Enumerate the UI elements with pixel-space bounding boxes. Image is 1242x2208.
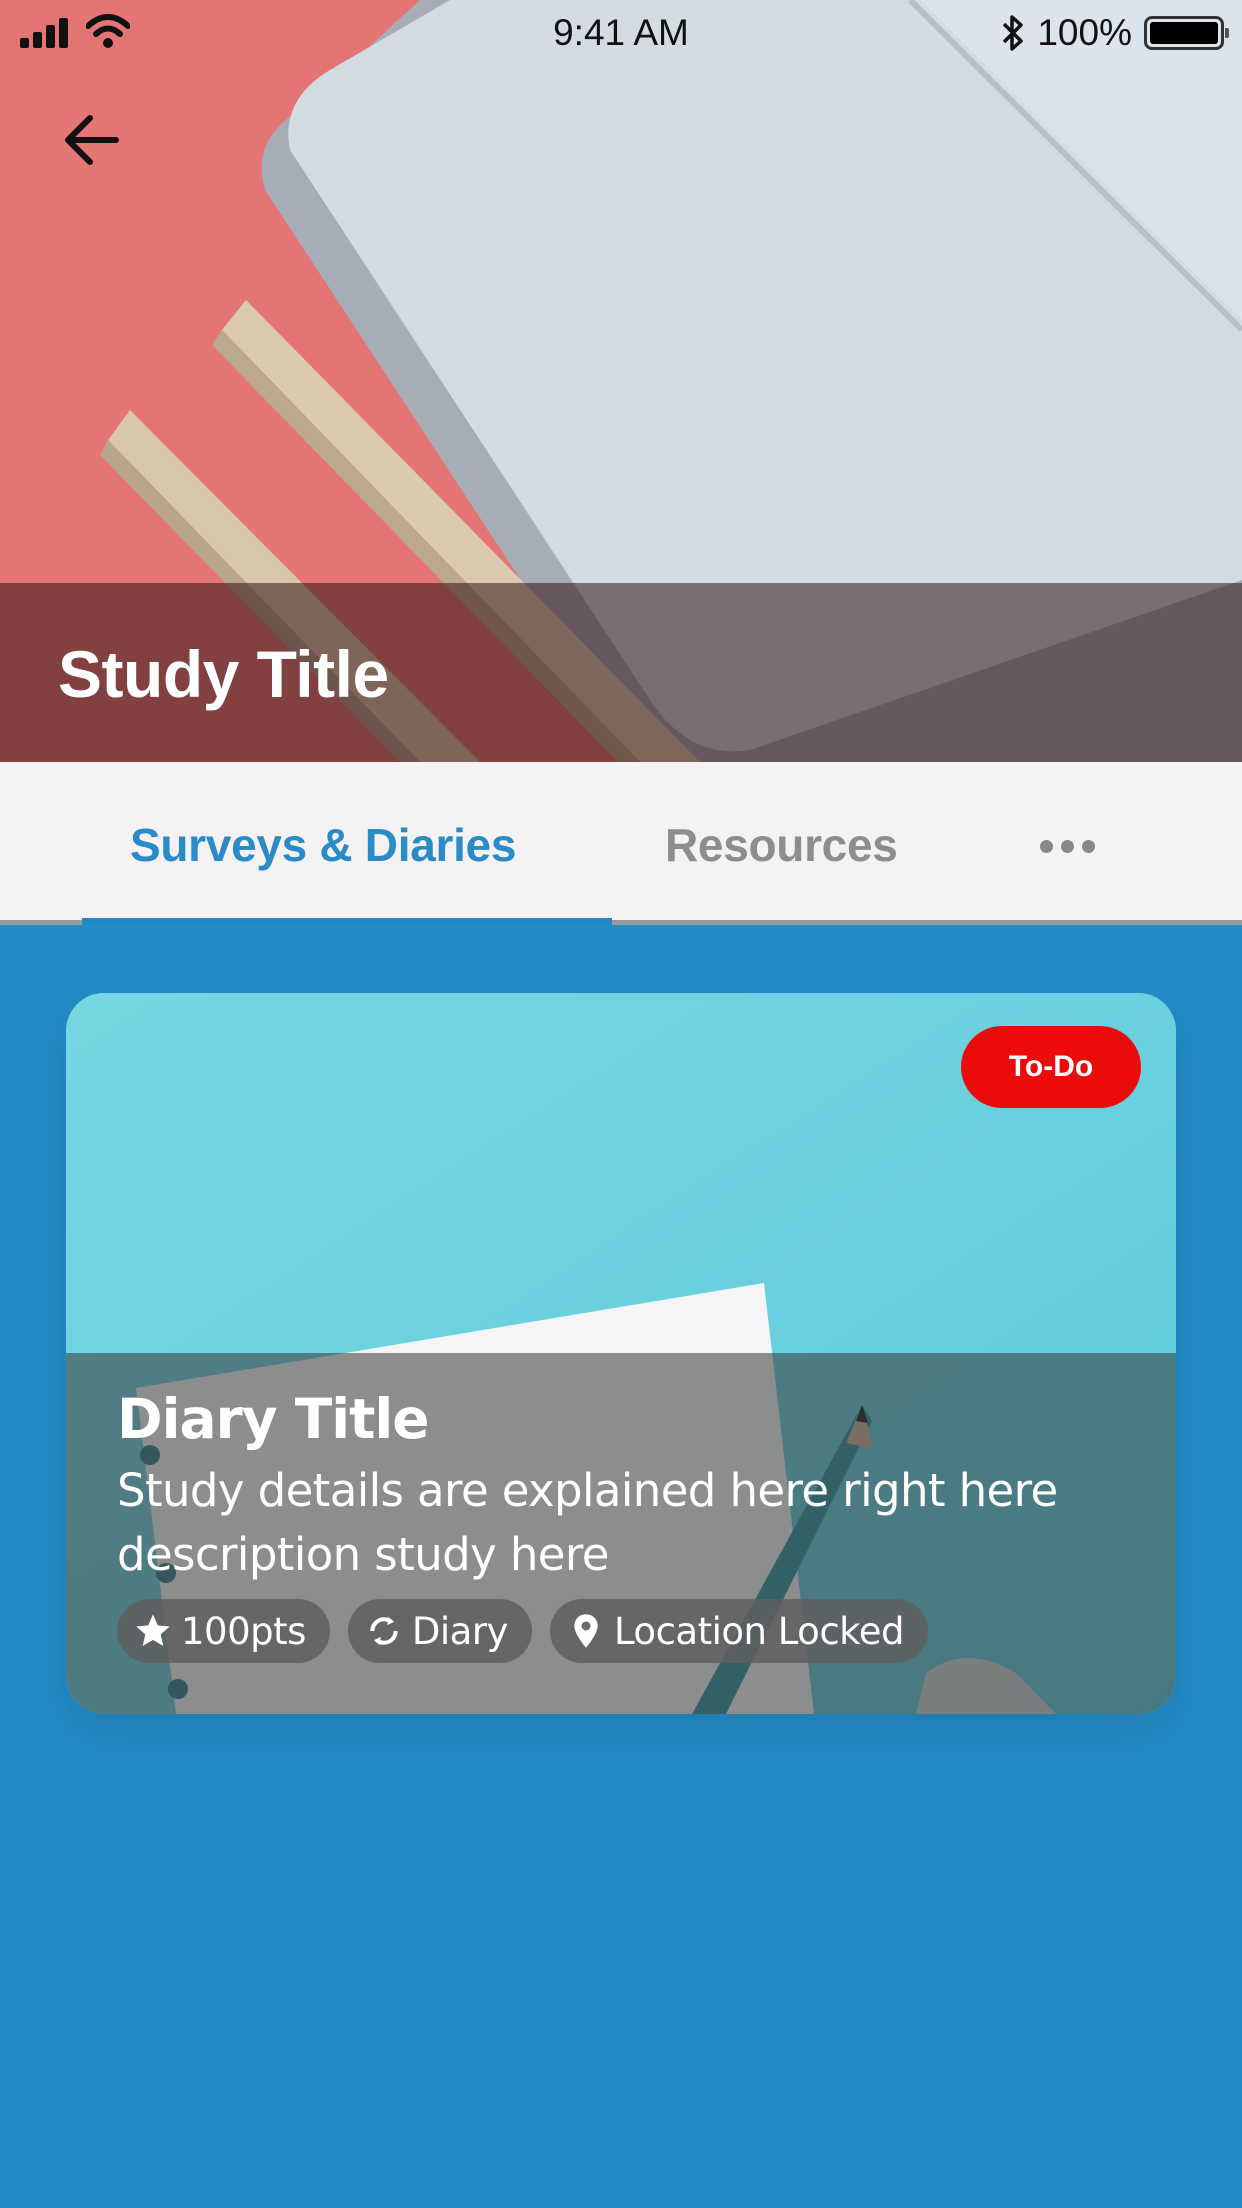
study-hero-image: Study Title bbox=[0, 0, 1242, 762]
arrow-left-icon bbox=[65, 115, 119, 165]
diary-description: Study details are explained here right h… bbox=[117, 1464, 1058, 1581]
battery-icon bbox=[1144, 16, 1229, 50]
location-pin-icon bbox=[574, 1614, 598, 1648]
repeat-icon bbox=[370, 1616, 398, 1646]
active-tab-indicator bbox=[82, 918, 612, 925]
star-icon bbox=[136, 1614, 170, 1646]
card-chips: 100pts Diary Location Locked bbox=[117, 1599, 929, 1663]
location-label: Location Locked bbox=[613, 1609, 905, 1653]
more-tabs-button[interactable] bbox=[1040, 840, 1095, 853]
bluetooth-icon bbox=[1003, 15, 1024, 51]
status-bar: 9:41 AM 100% bbox=[0, 0, 1242, 64]
tab-resources[interactable]: Resources bbox=[665, 818, 898, 872]
type-chip: Diary bbox=[347, 1599, 532, 1663]
type-label: Diary bbox=[411, 1609, 509, 1653]
diary-card[interactable]: To-Do Diary Title Study details are expl… bbox=[66, 993, 1176, 1714]
more-dot bbox=[1082, 840, 1095, 853]
diary-title: Diary Title bbox=[117, 1387, 430, 1451]
battery-percent: 100% bbox=[1037, 12, 1132, 53]
status-badge: To-Do bbox=[961, 1026, 1141, 1108]
tab-surveys-diaries[interactable]: Surveys & Diaries bbox=[130, 818, 516, 872]
points-label: 100pts bbox=[181, 1609, 306, 1653]
location-chip: Location Locked bbox=[549, 1599, 929, 1663]
tab-bar: Surveys & Diaries Resources bbox=[0, 762, 1242, 925]
more-dot bbox=[1040, 840, 1053, 853]
points-chip: 100pts bbox=[117, 1599, 330, 1663]
more-dot bbox=[1061, 840, 1074, 853]
battery-fill bbox=[1150, 22, 1218, 44]
back-button[interactable] bbox=[52, 100, 132, 180]
study-title: Study Title bbox=[58, 637, 389, 711]
